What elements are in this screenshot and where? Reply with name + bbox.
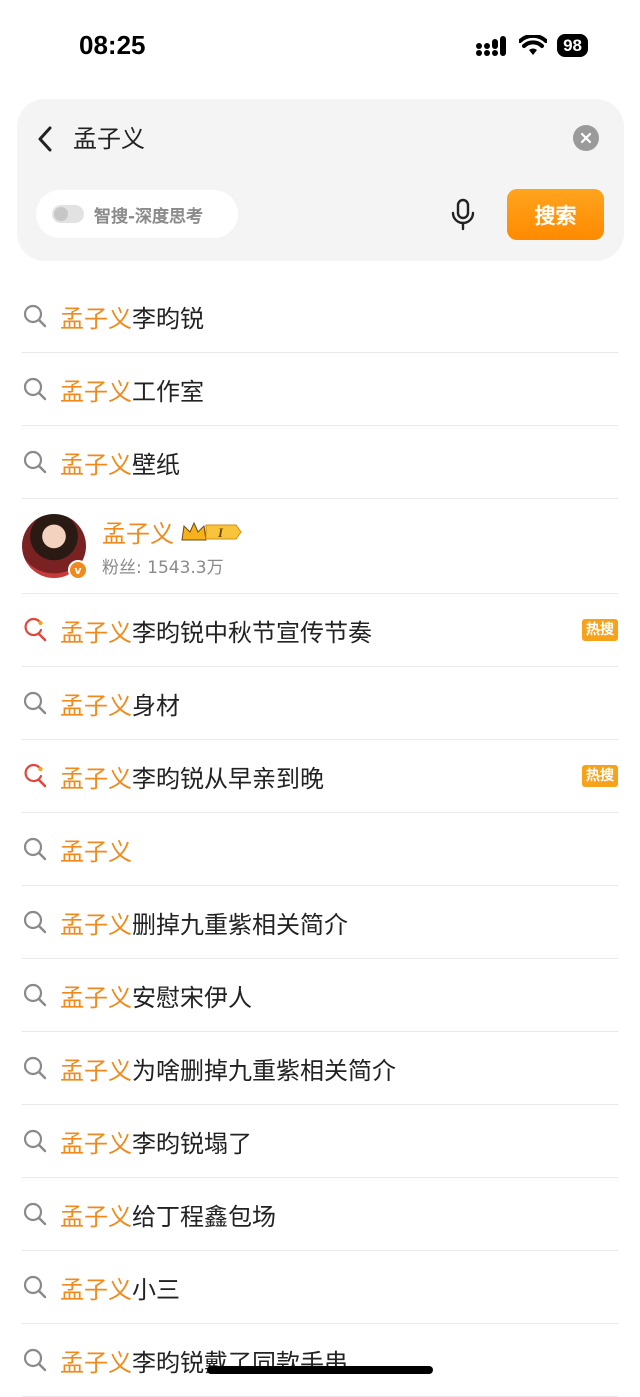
- suggestion-highlight: 孟子义: [60, 1348, 132, 1377]
- verified-icon: v: [68, 560, 88, 580]
- signal-icon: [476, 35, 507, 56]
- suggestion-highlight: 孟子义: [60, 377, 132, 406]
- search-icon: [22, 1201, 48, 1227]
- suggestion-text: 孟子义小三: [60, 1270, 180, 1305]
- search-icon: [22, 449, 48, 475]
- smart-search-toggle[interactable]: 智搜-深度思考: [36, 190, 238, 238]
- hot-search-icon: [22, 763, 48, 789]
- suggestion-rest: 李昀锐中秋节宣传节奏: [132, 618, 372, 647]
- smart-search-label: 智搜-深度思考: [94, 206, 204, 227]
- suggestion-text: 孟子义身材: [60, 686, 180, 721]
- suggestion-item[interactable]: 孟子义李昀锐戴了同款手串: [22, 1324, 618, 1397]
- search-icon: [22, 836, 48, 862]
- hot-search-icon: [22, 617, 48, 643]
- suggestion-rest: 给丁程鑫包场: [132, 1202, 276, 1231]
- user-info: 孟子义 I 粉丝: 1543.3万: [102, 514, 242, 578]
- suggestion-item[interactable]: 孟子义李昀锐塌了: [22, 1105, 618, 1178]
- search-icon: [22, 982, 48, 1008]
- suggestion-text: 孟子义工作室: [60, 372, 204, 407]
- close-icon: [580, 132, 592, 144]
- toggle-switch[interactable]: [52, 205, 84, 223]
- chevron-left-icon: [38, 126, 52, 152]
- suggestion-text: 孟子义壁纸: [60, 445, 180, 480]
- suggestion-text: 孟子义: [60, 832, 132, 867]
- suggestion-text: 孟子义李昀锐: [60, 299, 204, 334]
- suggestion-rest: 李昀锐: [132, 304, 204, 333]
- suggestion-rest: 工作室: [132, 377, 204, 406]
- crown-icon: I: [180, 520, 242, 544]
- suggestion-item[interactable]: 孟子义给丁程鑫包场: [22, 1178, 618, 1251]
- user-name: 孟子义: [102, 520, 174, 548]
- suggestion-item[interactable]: 孟子义工作室: [22, 353, 618, 426]
- suggestion-highlight: 孟子义: [60, 1202, 132, 1231]
- level-text: I: [217, 525, 224, 540]
- suggestion-item[interactable]: 孟子义安慰宋伊人: [22, 959, 618, 1032]
- suggestion-text: 孟子义安慰宋伊人: [60, 978, 252, 1013]
- suggestion-rest: 李昀锐从早亲到晚: [132, 764, 324, 793]
- suggestion-highlight: 孟子义: [60, 304, 132, 333]
- suggestion-rest: 小三: [132, 1275, 180, 1304]
- hot-badge: 热搜: [582, 765, 618, 787]
- home-indicator[interactable]: [207, 1366, 433, 1374]
- suggestion-list: 孟子义李昀锐 孟子义工作室 孟子义壁纸 v 孟子义 I 粉丝: 1543.3万 孟子义李昀锐中…: [0, 280, 640, 1397]
- suggestion-highlight: 孟子义: [60, 983, 132, 1012]
- search-icon: [22, 1128, 48, 1154]
- suggestion-rest: 安慰宋伊人: [132, 983, 252, 1012]
- status-bar: 08:25 98: [0, 0, 640, 95]
- suggestion-item[interactable]: 孟子义李昀锐从早亲到晚 热搜: [22, 740, 618, 813]
- search-icon: [22, 376, 48, 402]
- suggestion-text: 孟子义为啥删掉九重紫相关简介: [60, 1051, 396, 1086]
- suggestion-item[interactable]: 孟子义: [22, 813, 618, 886]
- suggestion-highlight: 孟子义: [60, 450, 132, 479]
- clear-button[interactable]: [573, 125, 599, 151]
- avatar[interactable]: v: [22, 514, 88, 580]
- search-icon: [22, 1274, 48, 1300]
- suggestion-highlight: 孟子义: [60, 618, 132, 647]
- suggestion-text: 孟子义删掉九重紫相关简介: [60, 905, 348, 940]
- search-button[interactable]: 搜索: [507, 189, 604, 240]
- suggestion-text: 孟子义李昀锐从早亲到晚: [60, 759, 324, 794]
- suggestion-rest: 为啥删掉九重紫相关简介: [132, 1056, 396, 1085]
- fans-count: 粉丝: 1543.3万: [102, 558, 224, 578]
- status-time: 08:25: [79, 30, 146, 60]
- user-suggestion[interactable]: v 孟子义 I 粉丝: 1543.3万: [22, 499, 618, 594]
- suggestion-item[interactable]: 孟子义壁纸: [22, 426, 618, 499]
- suggestion-highlight: 孟子义: [60, 1056, 132, 1085]
- suggestion-text: 孟子义给丁程鑫包场: [60, 1197, 276, 1232]
- search-panel: 孟子义 智搜-深度思考 搜索: [17, 99, 624, 261]
- suggestion-text: 孟子义李昀锐中秋节宣传节奏: [60, 613, 372, 648]
- search-icon: [22, 1347, 48, 1373]
- suggestion-item[interactable]: 孟子义为啥删掉九重紫相关简介: [22, 1032, 618, 1105]
- hot-badge: 热搜: [582, 619, 618, 641]
- search-icon: [22, 1055, 48, 1081]
- suggestion-item[interactable]: 孟子义小三: [22, 1251, 618, 1324]
- search-icon: [22, 690, 48, 716]
- suggestion-item[interactable]: 孟子义李昀锐: [22, 280, 618, 353]
- suggestion-highlight: 孟子义: [60, 910, 132, 939]
- suggestion-highlight: 孟子义: [60, 764, 132, 793]
- battery-indicator: 98: [557, 34, 588, 57]
- wifi-icon: [519, 34, 548, 55]
- microphone-icon: [451, 198, 475, 231]
- suggestion-text: 孟子义李昀锐塌了: [60, 1124, 252, 1159]
- suggestion-highlight: 孟子义: [60, 691, 132, 720]
- status-icons: 98: [475, 34, 588, 57]
- back-button[interactable]: [35, 121, 65, 157]
- suggestion-item[interactable]: 孟子义身材: [22, 667, 618, 740]
- voice-button[interactable]: [449, 198, 477, 232]
- search-icon: [22, 909, 48, 935]
- suggestion-highlight: 孟子义: [60, 1275, 132, 1304]
- suggestion-rest: 壁纸: [132, 450, 180, 479]
- search-icon: [22, 303, 48, 329]
- search-input[interactable]: 孟子义: [73, 121, 145, 157]
- suggestion-highlight: 孟子义: [60, 1129, 132, 1158]
- suggestion-highlight: 孟子义: [60, 837, 132, 866]
- suggestion-rest: 身材: [132, 691, 180, 720]
- suggestion-item[interactable]: 孟子义李昀锐中秋节宣传节奏 热搜: [22, 594, 618, 667]
- suggestion-rest: 删掉九重紫相关简介: [132, 910, 348, 939]
- suggestion-item[interactable]: 孟子义删掉九重紫相关简介: [22, 886, 618, 959]
- suggestion-rest: 李昀锐塌了: [132, 1129, 252, 1158]
